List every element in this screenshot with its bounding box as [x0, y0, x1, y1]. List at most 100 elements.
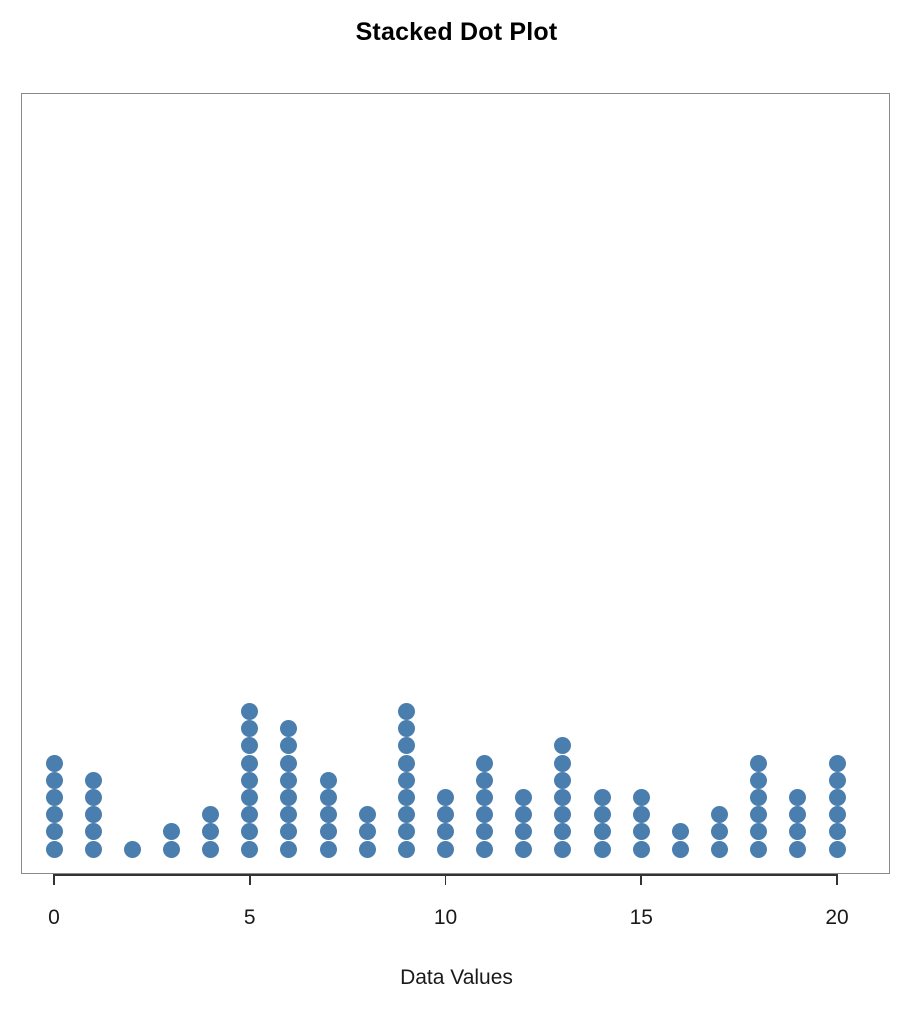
data-dot [358, 840, 376, 858]
chart-title: Stacked Dot Plot [355, 18, 558, 46]
data-dot [789, 823, 807, 841]
data-dot [515, 788, 533, 806]
data-dot [632, 806, 650, 824]
data-dot [241, 823, 259, 841]
x-axis-tick [836, 874, 838, 885]
data-dot [828, 806, 846, 824]
data-dot [397, 788, 415, 806]
data-dot [241, 754, 259, 772]
x-axis-tick [444, 874, 447, 885]
data-dot [280, 771, 298, 789]
data-dot [319, 771, 337, 789]
data-dot [241, 806, 259, 824]
data-dot [241, 702, 259, 720]
data-dot [554, 788, 572, 806]
data-dot [280, 720, 298, 738]
data-dot [45, 840, 63, 858]
data-dot [828, 823, 846, 841]
data-dot [437, 823, 454, 841]
data-dot [789, 788, 807, 806]
data-dot [789, 840, 807, 858]
x-axis-tick [640, 874, 643, 885]
data-dot [45, 788, 63, 806]
data-dot [397, 806, 415, 824]
plot-area [21, 93, 890, 874]
data-dot [241, 840, 259, 858]
data-dot [397, 840, 415, 858]
data-dot [202, 823, 220, 841]
x-axis-tick-label: 5 [243, 906, 256, 929]
data-dot [397, 754, 415, 772]
data-dot [554, 771, 572, 789]
data-dot [476, 754, 494, 772]
data-dot [241, 720, 259, 738]
data-dot [280, 823, 298, 841]
data-dot [123, 840, 141, 858]
x-axis-tick [53, 874, 55, 885]
data-dot [671, 840, 689, 858]
data-dot [84, 806, 102, 824]
data-dot [202, 840, 220, 858]
data-dot [476, 788, 494, 806]
data-dot [397, 771, 415, 789]
data-dot [476, 771, 494, 789]
data-dot [280, 737, 298, 755]
data-dot [84, 788, 102, 806]
data-dot [241, 788, 259, 806]
data-dot [554, 806, 572, 824]
data-dot [437, 806, 454, 824]
data-dot [280, 788, 298, 806]
data-dot [358, 823, 376, 841]
data-dot [711, 840, 729, 858]
data-dot [476, 806, 494, 824]
data-dot [397, 720, 415, 738]
data-dot [476, 840, 494, 858]
data-dot [280, 806, 298, 824]
data-dot [397, 823, 415, 841]
data-dot [319, 823, 337, 841]
data-dot [319, 788, 337, 806]
data-dot [437, 840, 454, 858]
x-axis-title: Data Values [400, 966, 513, 989]
data-dot [280, 840, 298, 858]
data-dot [711, 806, 729, 824]
data-dot [828, 788, 846, 806]
data-dot [45, 771, 63, 789]
data-dot [319, 840, 337, 858]
data-dot [319, 806, 337, 824]
data-dot [750, 840, 768, 858]
x-axis-tick-label: 0 [48, 906, 60, 929]
data-dot [711, 823, 729, 841]
data-dot [750, 771, 768, 789]
data-dot [554, 823, 572, 841]
data-dot [632, 823, 650, 841]
data-dot [45, 806, 63, 824]
data-dot [437, 788, 454, 806]
data-dot [45, 823, 63, 841]
data-dot [515, 823, 533, 841]
x-axis-tick [248, 874, 251, 885]
data-dot [515, 840, 533, 858]
data-dot [280, 754, 298, 772]
data-dot [593, 823, 611, 841]
data-dot [476, 823, 494, 841]
data-dot [593, 806, 611, 824]
data-dot [554, 840, 572, 858]
data-dot [593, 788, 611, 806]
data-dot [202, 806, 220, 824]
data-dot [162, 823, 180, 841]
data-dot [828, 754, 846, 772]
data-dot [358, 806, 376, 824]
data-dot [397, 737, 415, 755]
data-dot [828, 771, 846, 789]
data-dot [632, 788, 650, 806]
data-dot [750, 806, 768, 824]
data-dot [828, 840, 846, 858]
data-dot [45, 754, 63, 772]
data-dot [593, 840, 611, 858]
data-dot [397, 702, 415, 720]
data-dot [632, 840, 650, 858]
dot-plot-figure: Stacked Dot Plot 0 5 10 15 20 Data Values [0, 0, 913, 1009]
data-dot [554, 754, 572, 772]
x-axis-tick-label: 20 [825, 906, 849, 929]
